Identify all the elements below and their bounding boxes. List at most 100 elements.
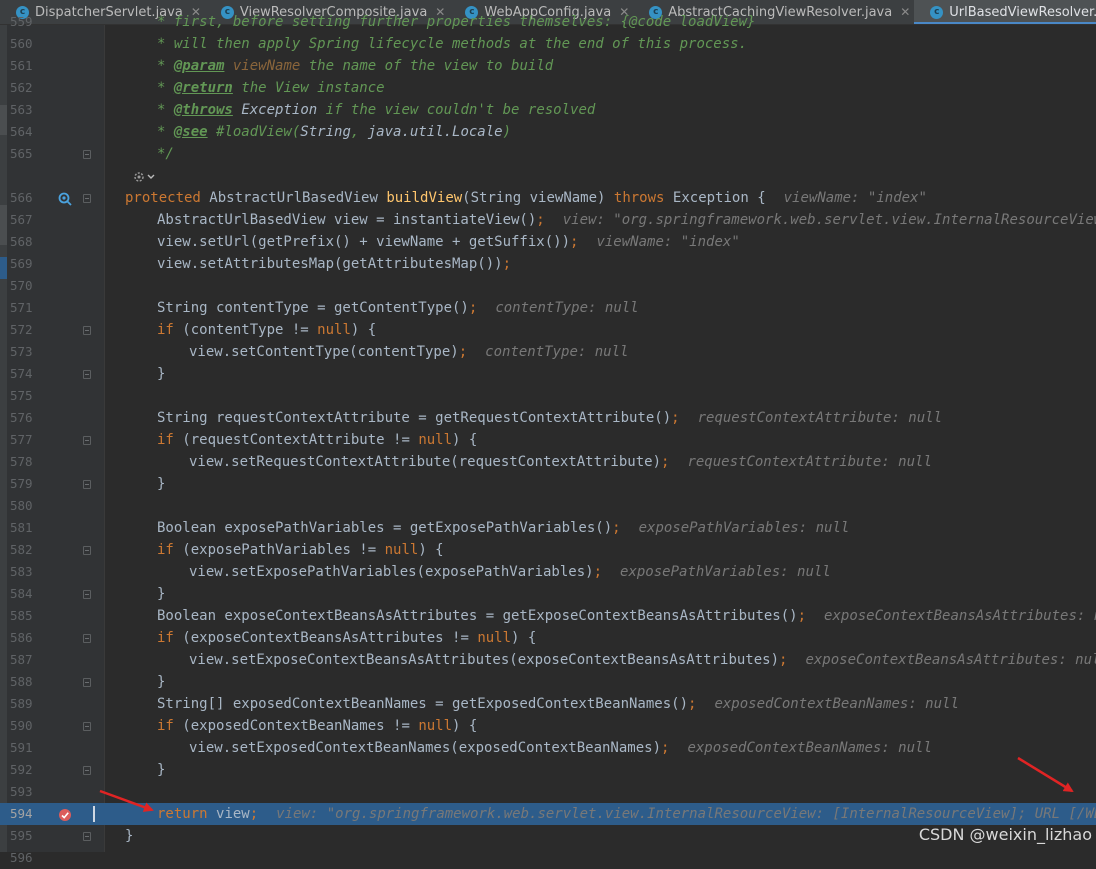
- line-number[interactable]: 592: [10, 759, 40, 781]
- line-number[interactable]: 589: [10, 693, 40, 715]
- code-token: view.setContentType(contentType): [189, 344, 459, 360]
- code-token: }: [157, 762, 166, 778]
- line-number[interactable]: 569: [10, 253, 40, 275]
- code-line[interactable]: 596: [0, 847, 1096, 869]
- code-line[interactable]: 584}: [0, 583, 1096, 605]
- line-number[interactable]: 561: [10, 55, 40, 77]
- line-number[interactable]: 563: [10, 99, 40, 121]
- code-line[interactable]: 576 String requestContextAttribute = getR…: [0, 407, 1096, 429]
- fold-marker-icon[interactable]: [83, 326, 91, 335]
- line-number[interactable]: 572: [10, 319, 40, 341]
- code-text: String contentType = getContentType(); co…: [157, 297, 639, 319]
- fold-marker-icon[interactable]: [83, 722, 91, 731]
- fold-marker-icon[interactable]: [83, 634, 91, 643]
- line-number[interactable]: 560: [10, 33, 40, 55]
- code-line[interactable]: 591 view.setExposedContextBeanNames(expos…: [0, 737, 1096, 759]
- line-number[interactable]: 593: [10, 781, 40, 803]
- line-number[interactable]: 568: [10, 231, 40, 253]
- code-line[interactable]: 580: [0, 495, 1096, 517]
- fold-marker-icon[interactable]: [83, 150, 91, 159]
- line-number[interactable]: 581: [10, 517, 40, 539]
- debugger-inline-value: requestContextAttribute: null: [687, 454, 932, 470]
- fold-marker-icon[interactable]: [83, 370, 91, 379]
- line-number[interactable]: 574: [10, 363, 40, 385]
- line-number[interactable]: 579: [10, 473, 40, 495]
- fold-marker-icon[interactable]: [83, 480, 91, 489]
- fold-marker-icon[interactable]: [83, 832, 91, 841]
- code-line[interactable]: 587 view.setExposeContextBeansAsAttribute…: [0, 649, 1096, 671]
- code-line[interactable]: 573 view.setContentType(contentType); cont…: [0, 341, 1096, 363]
- code-line[interactable]: 563 * @throws Exception if the view could…: [0, 99, 1096, 121]
- line-number[interactable]: 582: [10, 539, 40, 561]
- line-number[interactable]: 580: [10, 495, 40, 517]
- code-line[interactable]: 588}: [0, 671, 1096, 693]
- line-number[interactable]: 567: [10, 209, 40, 231]
- fold-marker-icon[interactable]: [83, 546, 91, 555]
- code-line[interactable]: 562 * @return the View instance: [0, 77, 1096, 99]
- code-line[interactable]: 581 Boolean exposePathVariables = getExpo…: [0, 517, 1096, 539]
- code-line[interactable]: 586 if (exposeContextBeansAsAttributes !=…: [0, 627, 1096, 649]
- code-text: * @throws Exception if the view couldn't…: [157, 99, 595, 121]
- code-line[interactable]: 583 view.setExposePathVariables(exposePat…: [0, 561, 1096, 583]
- line-number[interactable]: 586: [10, 627, 40, 649]
- code-line[interactable]: 559 * first, before setting further prope…: [0, 11, 1096, 33]
- code-token: }: [157, 366, 166, 382]
- code-token: *: [157, 102, 174, 118]
- line-number[interactable]: 559: [10, 11, 40, 33]
- line-number[interactable]: 583: [10, 561, 40, 583]
- code-line[interactable]: [0, 165, 1096, 187]
- line-number[interactable]: 585: [10, 605, 40, 627]
- line-number[interactable]: 575: [10, 385, 40, 407]
- line-number[interactable]: 571: [10, 297, 40, 319]
- line-number[interactable]: 578: [10, 451, 40, 473]
- code-line[interactable]: 561 * @param viewName the name of the vie…: [0, 55, 1096, 77]
- code-token: }: [125, 828, 134, 844]
- line-number[interactable]: 564: [10, 121, 40, 143]
- code-line[interactable]: 578 view.setRequestContextAttribute(reque…: [0, 451, 1096, 473]
- fold-marker-icon[interactable]: [83, 436, 91, 445]
- code-token: if: [157, 542, 183, 558]
- fold-marker-icon[interactable]: [83, 194, 91, 203]
- fold-marker-icon[interactable]: [83, 766, 91, 775]
- code-line[interactable]: 577 if (requestContextAttribute != null) …: [0, 429, 1096, 451]
- line-number[interactable]: 576: [10, 407, 40, 429]
- line-number[interactable]: 591: [10, 737, 40, 759]
- line-number[interactable]: 562: [10, 77, 40, 99]
- code-line[interactable]: 567 AbstractUrlBasedView view = instantia…: [0, 209, 1096, 231]
- line-number[interactable]: 588: [10, 671, 40, 693]
- line-number[interactable]: 595: [10, 825, 40, 847]
- code-line[interactable]: 582 if (exposePathVariables != null) {: [0, 539, 1096, 561]
- code-line[interactable]: 568 view.setUrl(getPrefix() + viewName + …: [0, 231, 1096, 253]
- code-line[interactable]: 560 * will then apply Spring lifecycle me…: [0, 33, 1096, 55]
- code-line[interactable]: 579}: [0, 473, 1096, 495]
- code-line[interactable]: 589 String[] exposedContextBeanNames = ge…: [0, 693, 1096, 715]
- line-number[interactable]: 594: [10, 803, 40, 825]
- line-number[interactable]: 570: [10, 275, 40, 297]
- line-number[interactable]: 584: [10, 583, 40, 605]
- line-number[interactable]: 590: [10, 715, 40, 737]
- fold-marker-icon[interactable]: [83, 678, 91, 687]
- line-number[interactable]: 573: [10, 341, 40, 363]
- code-line[interactable]: 574}: [0, 363, 1096, 385]
- fold-marker-icon[interactable]: [83, 590, 91, 599]
- code-line[interactable]: 572 if (contentType != null) {: [0, 319, 1096, 341]
- code-editor[interactable]: 559 * first, before setting further prope…: [0, 14, 1096, 865]
- code-line[interactable]: 565 */: [0, 143, 1096, 165]
- code-line[interactable]: 570: [0, 275, 1096, 297]
- code-line[interactable]: 585 Boolean exposeContextBeansAsAttribute…: [0, 605, 1096, 627]
- code-line[interactable]: 594 return view; view: "org.springframewor…: [0, 803, 1096, 825]
- line-number[interactable]: 587: [10, 649, 40, 671]
- line-number[interactable]: 566: [10, 187, 40, 209]
- code-line[interactable]: 593: [0, 781, 1096, 803]
- line-number[interactable]: 577: [10, 429, 40, 451]
- code-line[interactable]: 592}: [0, 759, 1096, 781]
- line-number[interactable]: 565: [10, 143, 40, 165]
- code-line[interactable]: 569 view.setAttributesMap(getAttributesMa…: [0, 253, 1096, 275]
- code-line[interactable]: 566 protected AbstractUrlBasedView buildV…: [0, 187, 1096, 209]
- code-line[interactable]: 590 if (exposedContextBeanNames != null) …: [0, 715, 1096, 737]
- code-line[interactable]: 564 * @see #loadView(String, java.util.Lo…: [0, 121, 1096, 143]
- line-number[interactable]: 596: [10, 847, 40, 869]
- code-token: @param: [173, 58, 225, 74]
- code-line[interactable]: 571 String contentType = getContentType()…: [0, 297, 1096, 319]
- code-line[interactable]: 575: [0, 385, 1096, 407]
